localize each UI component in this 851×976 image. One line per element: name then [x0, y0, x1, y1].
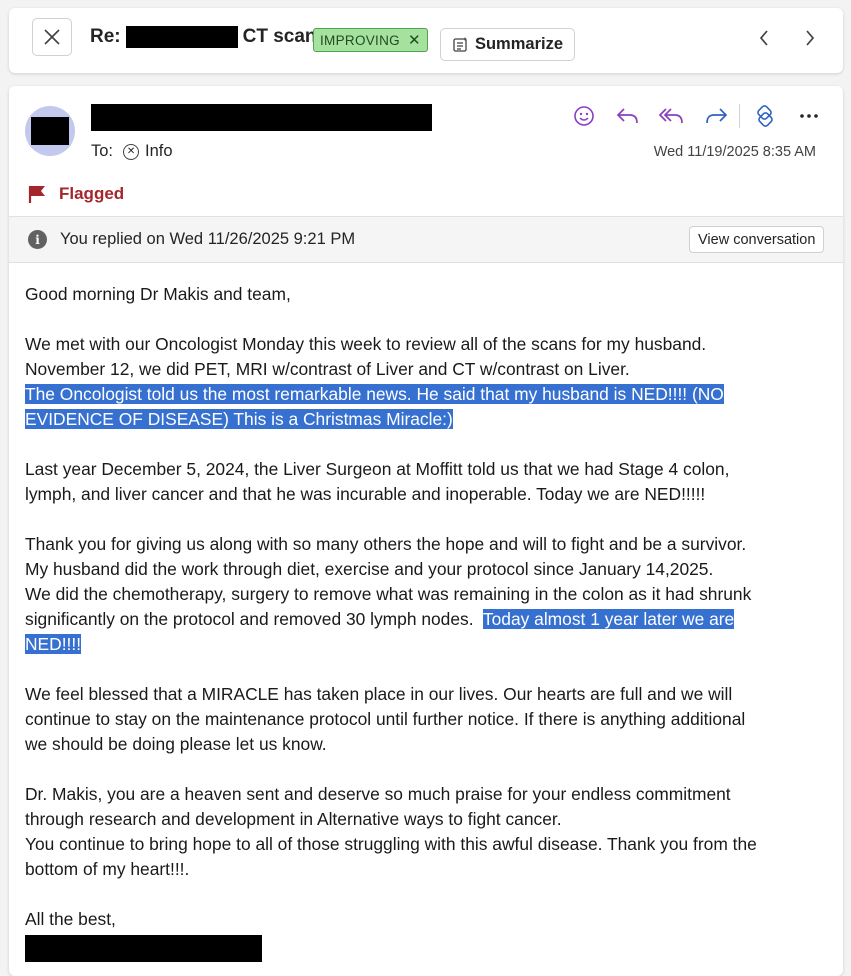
message-actions	[567, 102, 836, 130]
summarize-label: Summarize	[474, 35, 564, 53]
reply-icon	[616, 108, 638, 124]
body-line: Last year December 5, 2024, the Liver Su…	[25, 459, 730, 479]
greeting: Good morning Dr Makis and team,	[25, 282, 833, 307]
reply-button[interactable]	[611, 102, 644, 130]
body-line: You continue to bring hope to all of tho…	[25, 834, 757, 854]
summarize-icon	[453, 37, 467, 52]
body-paragraph-4: We feel blessed that a MIRACLE has taken…	[25, 682, 833, 757]
avatar[interactable]	[25, 106, 75, 156]
actions-divider	[739, 104, 740, 128]
emoji-icon	[573, 106, 594, 126]
forward-button[interactable]	[699, 102, 732, 130]
body-line: continue to stay on the maintenance prot…	[25, 709, 746, 729]
highlighted-line: The Oncologist told us the most remarkab…	[25, 382, 833, 407]
body-paragraph-1: We met with our Oncologist Monday this w…	[25, 332, 833, 432]
body-line: significantly on the protocol and remove…	[25, 607, 833, 632]
replied-info-bar: i You replied on Wed 11/26/2025 9:21 PM …	[9, 216, 843, 263]
body-line: Dr. Makis, you are a heaven sent and des…	[25, 784, 731, 804]
body-line: Good morning Dr Makis and team,	[25, 284, 291, 304]
body-line: My husband did the work through diet, ex…	[25, 559, 714, 579]
replied-text: You replied on Wed 11/26/2025 9:21 PM	[60, 230, 356, 248]
chevron-right-icon	[806, 30, 815, 46]
message-card: To: ✕ Info Wed 11/19/2025 8:35 AM Flagge…	[9, 86, 843, 976]
sender-name-redaction	[91, 104, 432, 131]
loop-button[interactable]	[748, 102, 781, 130]
loop-icon	[756, 105, 773, 127]
flag-status[interactable]: Flagged	[27, 184, 124, 204]
recipient-name[interactable]: Info	[145, 142, 173, 161]
summarize-button[interactable]: Summarize	[440, 28, 575, 61]
forward-icon	[705, 108, 727, 124]
highlighted-text: EVIDENCE OF DISEASE) This is a Christmas…	[25, 409, 453, 429]
view-conversation-button[interactable]: View conversation	[689, 226, 825, 253]
body-line: We feel blessed that a MIRACLE has taken…	[25, 684, 733, 704]
message-body: Good morning Dr Makis and team, We met w…	[25, 282, 833, 962]
subject-prefix: Re:	[90, 26, 121, 47]
category-tag-label: IMPROVING	[320, 32, 400, 48]
avatar-redaction	[31, 117, 69, 145]
body-paragraph-3: Thank you for giving us along with so ma…	[25, 532, 833, 657]
subject-suffix: CT scan	[242, 26, 317, 47]
highlighted-text: NED!!!!	[25, 634, 82, 654]
signature-redaction	[25, 935, 262, 962]
recipient-line: To: ✕ Info	[91, 142, 173, 161]
remove-recipient-icon[interactable]: ✕	[123, 143, 140, 160]
body-line: lymph, and liver cancer and that he was …	[25, 484, 706, 504]
more-actions-button[interactable]	[792, 102, 825, 130]
closing: All the best,	[25, 907, 833, 962]
highlighted-text: Today almost 1 year later we are	[482, 609, 735, 629]
body-line: November 12, we did PET, MRI w/contrast …	[25, 359, 630, 379]
body-line: bottom of my heart!!!.	[25, 859, 190, 879]
react-button[interactable]	[567, 102, 600, 130]
more-icon	[799, 114, 818, 118]
to-label: To:	[91, 142, 114, 160]
flag-icon	[28, 186, 45, 203]
body-line: All the best,	[25, 909, 116, 929]
reply-all-icon	[658, 108, 683, 124]
body-paragraph-2: Last year December 5, 2024, the Liver Su…	[25, 457, 833, 507]
body-paragraph-5: Dr. Makis, you are a heaven sent and des…	[25, 782, 833, 882]
highlighted-line: EVIDENCE OF DISEASE) This is a Christmas…	[25, 407, 833, 432]
remove-tag-icon[interactable]: ✕	[408, 31, 421, 49]
reply-all-button[interactable]	[655, 102, 688, 130]
close-icon	[44, 29, 60, 45]
highlighted-text: The Oncologist told us the most remarkab…	[25, 384, 724, 404]
highlighted-line: NED!!!!	[25, 632, 833, 657]
body-line: through research and development in Alte…	[25, 809, 562, 829]
subject-line: Re: CT scan	[90, 26, 317, 48]
next-message-button[interactable]	[798, 26, 822, 50]
subject-redaction	[125, 26, 238, 48]
body-line: We met with our Oncologist Monday this w…	[25, 334, 707, 354]
close-button[interactable]	[32, 18, 72, 56]
body-text: significantly on the protocol and remove…	[25, 609, 483, 629]
chevron-left-icon	[759, 30, 768, 46]
previous-message-button[interactable]	[752, 26, 776, 50]
body-line: We did the chemotherapy, surgery to remo…	[25, 584, 752, 604]
flag-label: Flagged	[59, 184, 125, 203]
body-line: we should be doing please let us know.	[25, 734, 327, 754]
body-line: Thank you for giving us along with so ma…	[25, 534, 747, 554]
info-icon: i	[28, 230, 47, 249]
reading-pane-header: Re: CT scan IMPROVING ✕ Summarize	[9, 8, 843, 73]
category-tag[interactable]: IMPROVING ✕	[313, 28, 428, 52]
message-date: Wed 11/19/2025 8:35 AM	[653, 144, 816, 160]
